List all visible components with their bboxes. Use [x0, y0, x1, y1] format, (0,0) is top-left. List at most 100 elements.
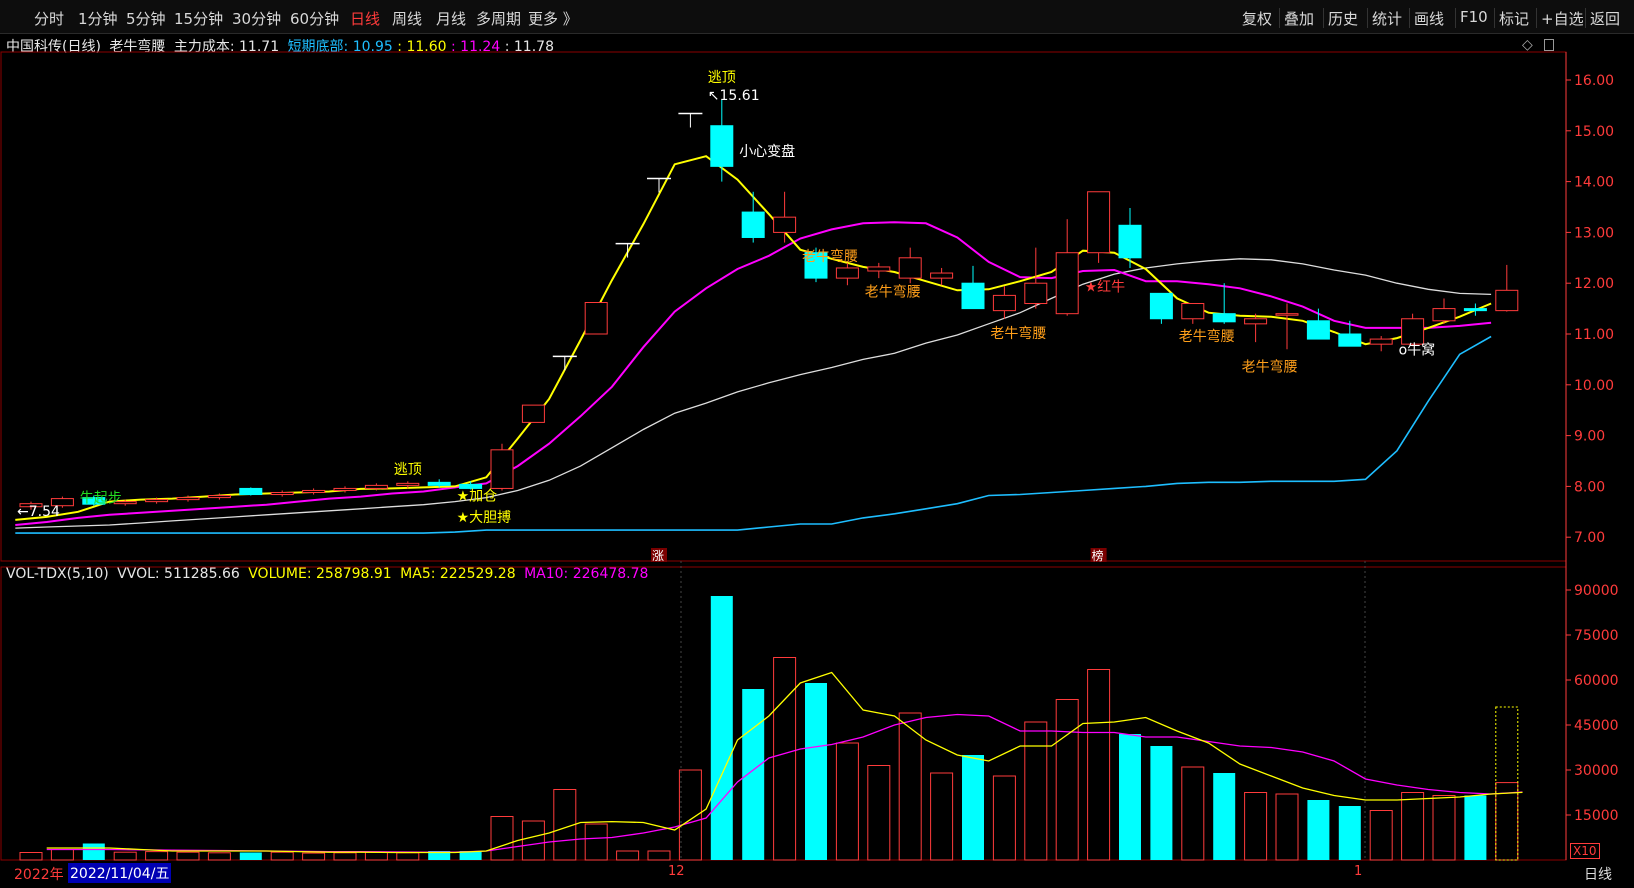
vvol-value: VVOL: 511285.66 [117, 566, 240, 582]
candle-up[interactable] [396, 482, 420, 486]
chart-annotation: ←7.54 [17, 504, 60, 520]
volume-bar-up [773, 657, 797, 861]
candle-up[interactable] [1495, 289, 1519, 312]
candle-down[interactable] [710, 125, 734, 167]
candle-down[interactable] [427, 481, 451, 486]
candle-up[interactable] [490, 449, 514, 489]
candle-up[interactable] [333, 487, 357, 491]
volume-bar-up [867, 765, 891, 861]
candle-up[interactable] [992, 294, 1016, 312]
candle-down[interactable] [1212, 313, 1236, 323]
candle-up[interactable] [867, 266, 891, 272]
candle-up[interactable] [773, 216, 797, 233]
candle-up[interactable] [1087, 191, 1111, 254]
volume-bar-up [270, 851, 294, 861]
volume-bar-up [1055, 699, 1079, 861]
chart-annotation: 逃顶 [394, 462, 422, 478]
chart-annotation: 小心变盘 [739, 143, 795, 160]
candle-up[interactable] [1369, 338, 1393, 345]
vol-multiplier: X10 [1570, 843, 1600, 859]
volume-info-bar: VOL-TDX(5,10) VVOL: 511285.66 VOLUME: 25… [6, 566, 652, 582]
volume-bar-down [1213, 773, 1236, 860]
chart-canvas[interactable]: 16.00 15.00 14.00 13.00 12.00 11.00 10.00 9.00 8… [0, 0, 1634, 888]
vol-axis-label: 45000 [1574, 718, 1619, 734]
candle-up[interactable] [1024, 282, 1048, 305]
candle-up[interactable] [1275, 313, 1299, 316]
candle-up[interactable] [521, 404, 545, 423]
candle-down[interactable] [741, 211, 765, 238]
volume-bar-up [584, 823, 608, 861]
volume-bar-up [1275, 793, 1299, 861]
selected-date: 2022/11/04/五 [68, 863, 172, 883]
chart-annotation: 老牛弯腰 [1242, 359, 1298, 376]
volume-bar-up [1432, 795, 1456, 861]
candle-up[interactable] [364, 484, 388, 489]
volume-bar-up [50, 849, 74, 861]
candle-up[interactable] [145, 499, 169, 503]
candle-down[interactable] [239, 487, 263, 496]
year-label: 2022年 [14, 867, 64, 883]
chart-annotation: 老牛弯腰 [865, 283, 921, 300]
volume-bar-up [207, 852, 231, 861]
candle-down[interactable] [1149, 292, 1173, 320]
candle-up[interactable] [270, 491, 294, 496]
candle-up[interactable] [207, 495, 231, 499]
candle-down[interactable] [1338, 333, 1362, 347]
volume-bar-down [1119, 734, 1141, 860]
period-label[interactable]: 日线 [1584, 864, 1612, 884]
chart-annotation: o牛窝 [1399, 341, 1436, 358]
candle-up[interactable] [898, 257, 922, 279]
vol-axis-label: 75000 [1574, 628, 1619, 644]
candle-up[interactable] [1055, 252, 1079, 315]
price-axis-label: 12.00 [1574, 276, 1614, 292]
price-axis-label: 13.00 [1574, 225, 1614, 241]
volume-bar-up [616, 850, 640, 861]
volume-bar-up [898, 712, 922, 861]
chart-annotation: 牛起步 [80, 491, 122, 507]
candle-up[interactable] [930, 272, 954, 279]
candle-down[interactable] [1118, 224, 1142, 259]
volume-bar-up [333, 852, 357, 861]
volume-bar-up [364, 851, 388, 861]
volume-bar-up [835, 742, 859, 861]
candle-up[interactable] [176, 497, 200, 501]
vol-axis-label: 90000 [1574, 583, 1619, 599]
volume-bar-down [1150, 746, 1173, 860]
chart-annotation: ★大胆搏 [457, 509, 512, 526]
candle-up[interactable] [835, 267, 859, 279]
vol-ma5-line [46, 671, 1523, 854]
volume-bar-down [82, 843, 105, 860]
volume-panel-frame [0, 566, 1567, 861]
volume-bar-up [1244, 792, 1268, 861]
volume-bar-down [239, 852, 262, 860]
ma5-value: MA5: 222529.28 [400, 566, 516, 582]
vol-ma10-line [46, 713, 1523, 853]
price-axis-label: 16.00 [1574, 73, 1614, 89]
special-marker: 榜 [1092, 548, 1104, 563]
volume-bar-up [930, 772, 954, 861]
candle-up[interactable] [584, 302, 608, 335]
chart-annotation: 老牛弯腰 [802, 248, 858, 265]
ma-white-line [15, 258, 1492, 529]
chart-annotation: 逃顶 [708, 70, 736, 86]
volume-bar-down [742, 689, 765, 860]
volume-bar-down [962, 755, 984, 860]
candle-down[interactable] [1463, 308, 1487, 312]
volume-projection [1495, 706, 1519, 861]
candle-up[interactable] [1181, 303, 1205, 320]
candle-up[interactable] [1244, 318, 1268, 325]
chart-annotation: ★红牛 [1085, 279, 1126, 295]
volume-bar-up [19, 852, 43, 861]
candle-up[interactable] [1432, 308, 1456, 322]
volume-bar-down [805, 683, 827, 860]
vol-indicator-name: VOL-TDX(5,10) [6, 566, 109, 582]
price-axis-label: 15.00 [1574, 124, 1614, 140]
price-panel-frame [0, 51, 1567, 562]
candle-down[interactable] [1306, 320, 1330, 340]
candle-up[interactable] [302, 489, 326, 493]
candle-down[interactable] [961, 282, 985, 310]
volume-bar-down [1338, 806, 1361, 860]
volume-bar-up [145, 851, 169, 861]
candle-up[interactable] [1401, 318, 1425, 345]
volume-bar-up [176, 851, 200, 861]
